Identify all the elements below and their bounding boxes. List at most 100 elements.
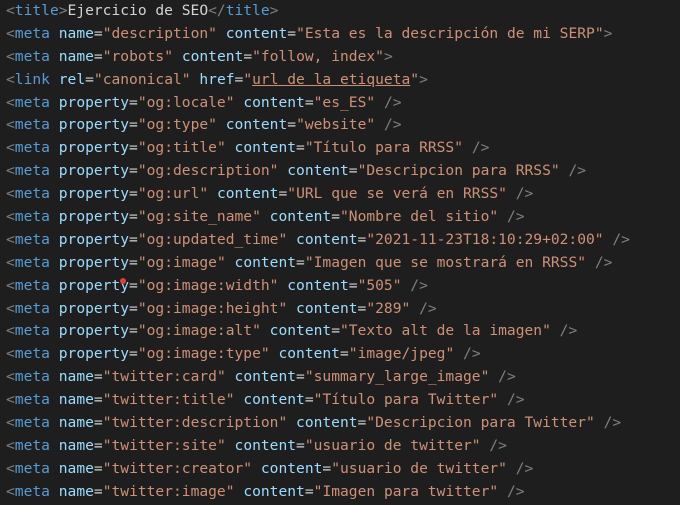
tag-end: > — [603, 24, 613, 42]
code-line[interactable]: <meta name="twitter:creator" content="us… — [6, 458, 680, 481]
code-line[interactable]: <meta property="og:description" content=… — [6, 160, 680, 183]
code-line[interactable]: <meta property="og:image:type" content="… — [6, 343, 680, 366]
code-line[interactable]: <meta name="twitter:image" content="Imag… — [6, 481, 680, 504]
equals-sign: = — [129, 139, 138, 157]
code-line[interactable]: <meta name="twitter:title" content="Títu… — [6, 389, 680, 412]
open-bracket: < — [6, 459, 15, 477]
quote: " — [498, 185, 507, 203]
attribute-value: twitter:title — [111, 391, 226, 409]
quote: " — [137, 299, 147, 317]
attribute-name: property — [58, 139, 130, 157]
tag-name: meta — [14, 391, 50, 409]
code-line[interactable]: <link rel="canonical" href="url de la et… — [6, 69, 680, 92]
attribute-name: content — [243, 482, 305, 500]
attribute-value: Imagen que se mostrará en RRSS — [313, 253, 578, 271]
equals-sign: = — [296, 253, 305, 271]
attribute-name: property — [58, 345, 130, 363]
code-line[interactable]: <meta name="twitter:card" content="summa… — [6, 366, 680, 389]
equals-sign: = — [296, 368, 305, 386]
quote: " — [225, 93, 235, 111]
code-line[interactable]: <meta name="robots" content="follow, ind… — [6, 46, 680, 69]
attribute-value: twitter:description — [111, 414, 279, 432]
code-line[interactable]: <meta property="og:image:width" content=… — [6, 275, 680, 298]
code-line[interactable]: <meta property="og:image:alt" content="T… — [6, 320, 680, 343]
attribute-name: content — [216, 185, 279, 203]
tag-name: meta — [14, 368, 50, 386]
quote: " — [594, 230, 604, 248]
equals-sign: = — [287, 116, 297, 134]
attribute-value: Descripcion para Twitter — [375, 414, 587, 432]
code-line[interactable]: <meta name="description" content="Esta e… — [6, 23, 680, 46]
code-line[interactable]: <meta property="og:locale" content="es_E… — [6, 92, 680, 115]
quote: " — [216, 253, 226, 271]
code-line[interactable]: <meta name="twitter:description" content… — [6, 412, 680, 435]
quote: " — [137, 276, 147, 294]
equals-sign: = — [304, 93, 314, 111]
equals-sign: = — [348, 276, 358, 294]
quote: " — [331, 459, 340, 477]
tag-name: meta — [14, 139, 50, 157]
quote: " — [445, 345, 455, 363]
attribute-name: name — [58, 414, 94, 432]
quote: " — [542, 322, 551, 340]
equals-sign: = — [348, 162, 358, 180]
attribute-name: content — [278, 345, 340, 363]
open-bracket: < — [6, 139, 15, 157]
code-line[interactable]: <meta property="og:type" content="websit… — [6, 114, 680, 137]
attribute-value: og:site_name — [146, 208, 253, 226]
quote: " — [93, 70, 103, 88]
attribute-name: content — [225, 116, 288, 134]
quote: " — [252, 322, 261, 340]
equals-sign: = — [93, 368, 103, 386]
equals-sign: = — [93, 414, 103, 432]
attribute-name: name — [58, 459, 94, 477]
tag-name: link — [14, 70, 50, 88]
code-line[interactable]: <meta property="og:title" content="Títul… — [6, 137, 680, 160]
quote: " — [199, 185, 209, 203]
quote: " — [278, 414, 288, 432]
code-line[interactable]: <title>Ejercicio de SEO</title> — [6, 0, 680, 23]
attribute-value: URL que se verá en RRSS — [296, 185, 499, 203]
equals-sign: = — [93, 24, 103, 42]
open-bracket: < — [6, 414, 15, 432]
attribute-value: og:type — [146, 116, 209, 134]
code-line[interactable]: <meta property="og:site_name" content="N… — [6, 206, 680, 229]
close-bracket: > — [269, 2, 279, 19]
equals-sign: = — [93, 47, 103, 65]
code-line[interactable]: <meta name="twitter:site" content="usuar… — [6, 435, 680, 458]
code-line[interactable]: <meta property="og:image" content="Image… — [6, 252, 680, 275]
code-editor[interactable]: <title>Ejercicio de SEO</title> <meta nam… — [0, 0, 680, 505]
quote: " — [304, 368, 314, 386]
quote: " — [102, 47, 112, 65]
quote: " — [137, 253, 147, 271]
open-bracket: < — [6, 47, 15, 65]
equals-sign: = — [129, 276, 138, 294]
quote: " — [252, 47, 261, 65]
quote: " — [348, 345, 358, 363]
open-bracket: < — [6, 345, 15, 363]
quote: " — [208, 116, 217, 134]
code-content[interactable]: <title>Ejercicio de SEO</title> <meta nam… — [0, 0, 680, 504]
attribute-name: name — [58, 368, 94, 386]
tag-end: /> — [559, 162, 587, 180]
code-line[interactable]: <meta property="og:updated_time" content… — [6, 229, 680, 252]
equals-sign: = — [278, 185, 288, 203]
code-line[interactable]: <meta property="og:url" content="URL que… — [6, 183, 680, 206]
code-line[interactable]: <meta property="og:image:height" content… — [6, 298, 680, 321]
quote: " — [366, 116, 376, 134]
attribute-name: property — [58, 208, 130, 226]
tag-end: /> — [375, 93, 402, 111]
attribute-value: summary_large_image — [313, 368, 481, 386]
tag-name: meta — [14, 482, 50, 500]
